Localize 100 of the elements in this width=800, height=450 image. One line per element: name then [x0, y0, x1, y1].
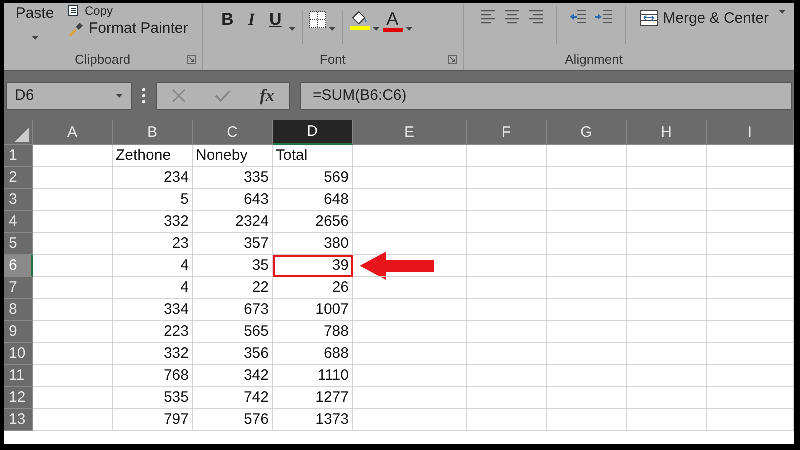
paintbrush-icon — [68, 20, 84, 36]
row-header[interactable]: 6 — [4, 255, 33, 277]
caret-icon[interactable] — [406, 27, 413, 31]
column-header[interactable]: I — [707, 120, 794, 145]
table-cell: 234 — [113, 167, 193, 189]
row-header[interactable]: 4 — [4, 211, 33, 233]
font-color-button[interactable]: A — [382, 8, 404, 34]
row-header[interactable]: 2 — [4, 167, 33, 189]
table-cell: 335 — [193, 167, 273, 189]
table-cell: 22 — [193, 277, 273, 299]
decrease-indent-icon[interactable] — [569, 10, 588, 24]
row-header[interactable]: 11 — [4, 365, 33, 387]
table-cell: 688 — [273, 343, 353, 365]
row-header[interactable]: 7 — [4, 277, 33, 299]
dialog-launcher-icon[interactable] — [448, 55, 458, 64]
table-cell: 768 — [113, 365, 193, 387]
column-header[interactable]: G — [547, 120, 627, 145]
table-cell: 1007 — [273, 299, 353, 321]
table-cell: 1277 — [273, 387, 353, 409]
table-cell: 5 — [113, 189, 193, 211]
table-cell: 23 — [113, 233, 193, 255]
column-header[interactable]: F — [467, 120, 547, 145]
column-header[interactable]: E — [353, 120, 467, 145]
table-cell: 2324 — [193, 211, 273, 233]
group-label: Font — [320, 52, 346, 69]
increase-indent-icon[interactable] — [595, 10, 614, 24]
caret-icon[interactable] — [288, 27, 296, 31]
column-header[interactable]: A — [33, 120, 113, 145]
bold-button[interactable]: B — [216, 8, 239, 32]
merge-cells-icon — [640, 10, 658, 26]
table-cell: 4 — [113, 255, 193, 277]
row-header[interactable]: 12 — [4, 387, 33, 409]
paste-caret-icon[interactable] — [32, 36, 38, 40]
cell-reference: D6 — [15, 87, 34, 104]
table-cell: 648 — [273, 189, 353, 211]
table-cell: 332 — [113, 343, 193, 365]
select-all-corner[interactable] — [4, 120, 33, 145]
table-cell: Total — [273, 145, 353, 167]
table-cell: 342 — [193, 365, 273, 387]
table-cell: 673 — [193, 299, 273, 321]
insert-function-button[interactable]: fx — [260, 86, 274, 106]
row-header[interactable]: 5 — [4, 233, 33, 255]
formula-field[interactable]: =SUM(B6:C6) — [300, 82, 792, 110]
table-cell: 26 — [273, 277, 353, 299]
table-cell: 334 — [113, 299, 193, 321]
dialog-launcher-icon[interactable] — [186, 55, 196, 64]
align-left-icon[interactable] — [480, 10, 496, 24]
column-header[interactable]: H — [627, 120, 707, 145]
more-options-icon[interactable] — [142, 88, 146, 104]
align-right-icon[interactable] — [528, 10, 544, 24]
row-header[interactable]: 10 — [4, 343, 33, 365]
copy-button[interactable]: Copy — [66, 3, 116, 18]
align-center-icon[interactable] — [504, 10, 520, 24]
table-cell: 35 — [193, 255, 273, 277]
table-cell: 356 — [193, 343, 273, 365]
caret-icon[interactable] — [779, 10, 786, 14]
table-cell: 742 — [193, 387, 273, 409]
table-cell: 788 — [273, 321, 353, 343]
table-cell: Zethone — [113, 145, 193, 167]
paste-button[interactable]: Paste — [14, 5, 56, 22]
row-header[interactable]: 1 — [4, 145, 33, 167]
merge-center-button[interactable]: Merge & Center — [638, 6, 771, 30]
table-cell: 380 — [273, 233, 353, 255]
group-label: Clipboard — [75, 52, 131, 69]
table-cell: 576 — [193, 409, 273, 431]
table-cell: 1110 — [273, 365, 353, 387]
table-cell: 535 — [113, 387, 193, 409]
table-cell: 2656 — [273, 211, 353, 233]
format-painter-button[interactable]: Format Painter — [66, 20, 190, 37]
table-cell: 223 — [113, 321, 193, 343]
column-header[interactable]: C — [193, 120, 273, 145]
row-header[interactable]: 3 — [4, 189, 33, 211]
caret-icon[interactable] — [372, 27, 380, 31]
table-cell: 332 — [113, 211, 193, 233]
name-box[interactable]: D6 — [6, 82, 132, 110]
table-cell: 4 — [113, 277, 193, 299]
column-header[interactable]: D — [273, 120, 353, 145]
table-cell: 39 — [273, 255, 353, 277]
table-cell: 565 — [193, 321, 273, 343]
table-cell: 569 — [273, 167, 353, 189]
row-header[interactable]: 8 — [4, 299, 33, 321]
borders-icon[interactable] — [308, 11, 327, 29]
dropdown-caret-icon[interactable] — [116, 94, 123, 98]
italic-button[interactable]: I — [240, 8, 263, 32]
table-cell: 1373 — [273, 409, 353, 431]
caret-icon[interactable] — [328, 27, 336, 31]
column-header[interactable]: B — [113, 120, 193, 145]
table-cell: Noneby — [193, 145, 273, 167]
row-header[interactable]: 13 — [4, 409, 33, 431]
table-cell: 643 — [193, 189, 273, 211]
checkmark-icon[interactable] — [214, 90, 231, 102]
table-cell: 797 — [113, 409, 193, 431]
corner-triangle-icon — [15, 128, 29, 142]
table-cell: 357 — [193, 233, 273, 255]
row-header[interactable]: 9 — [4, 321, 33, 343]
copy-icon — [68, 4, 80, 16]
fill-color-icon[interactable] — [348, 9, 371, 31]
color-bar-icon — [382, 28, 403, 32]
underline-button[interactable]: U — [264, 8, 287, 32]
group-label: Alignment — [565, 52, 623, 69]
